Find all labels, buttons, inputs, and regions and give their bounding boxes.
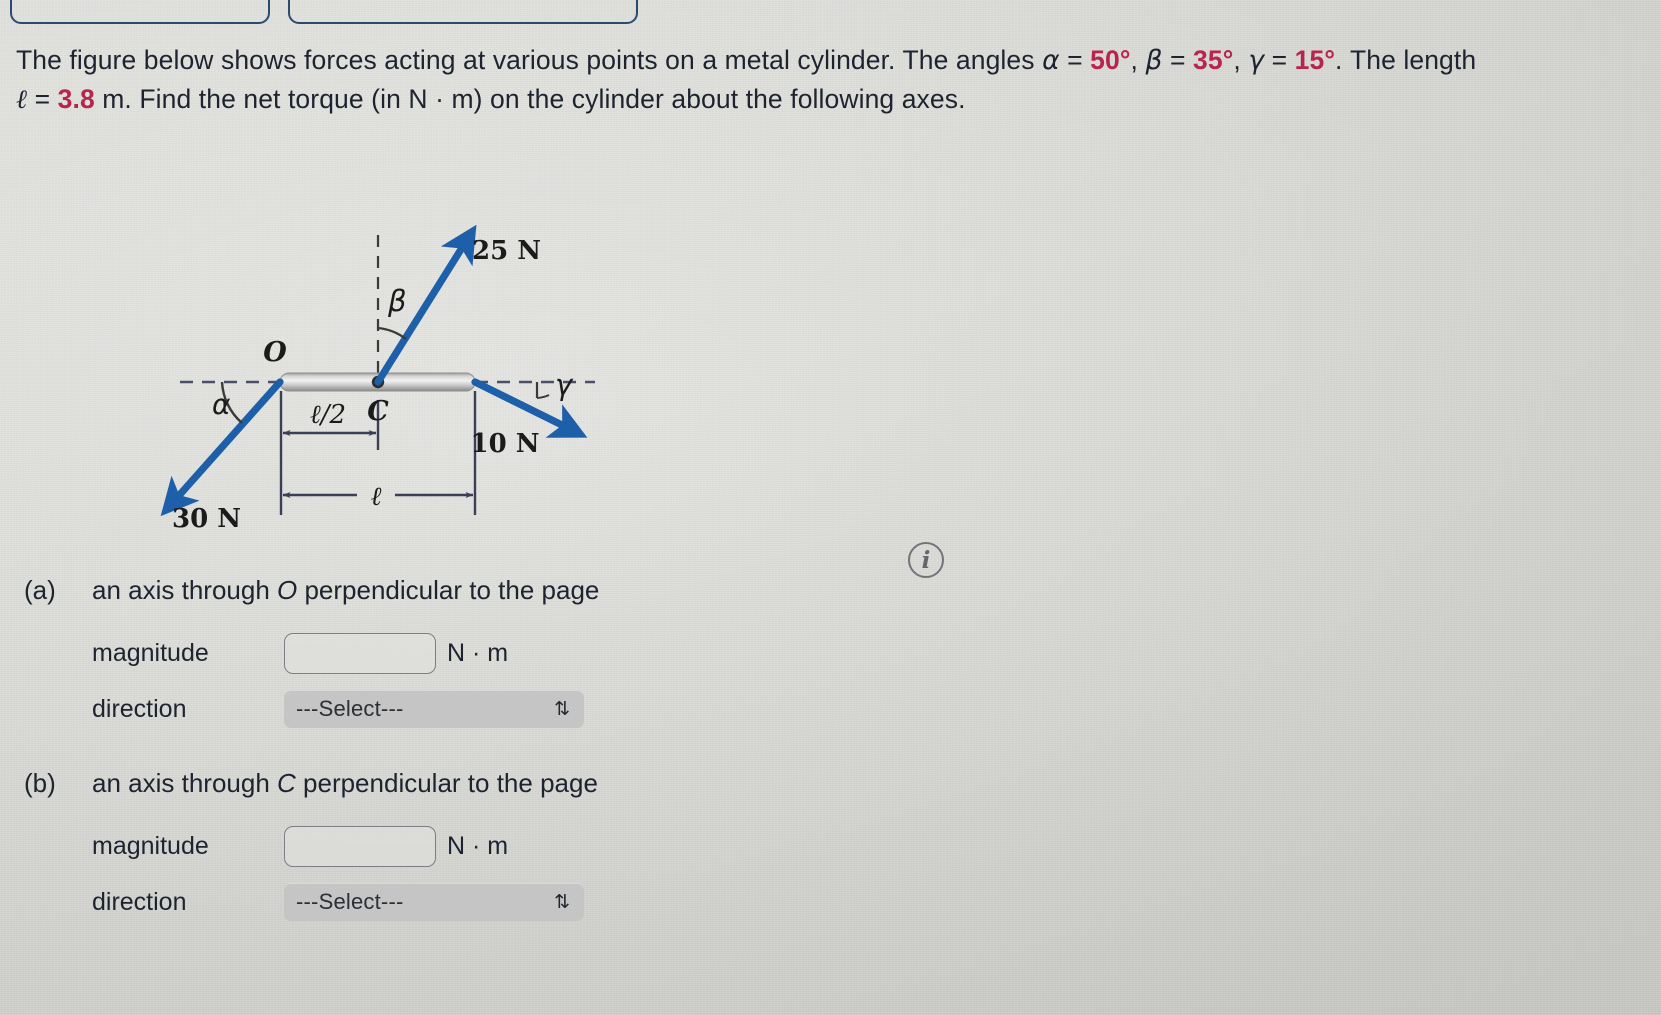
- part-b-direction-select[interactable]: ---Select--- ⇅: [284, 883, 584, 921]
- label-beta: β: [387, 284, 407, 318]
- chevron-up-down-icon: ⇅: [554, 891, 570, 913]
- gamma-equals: =: [1264, 45, 1295, 75]
- part-a-magnitude-label: magnitude: [92, 638, 209, 667]
- part-b-letter: (b): [24, 768, 56, 798]
- cropped-box-right[interactable]: [288, 0, 638, 24]
- part-a-direction-select[interactable]: ---Select--- ⇅: [284, 690, 584, 728]
- part-a-direction-row: direction ---Select--- ⇅: [92, 686, 924, 732]
- part-a-magnitude-input[interactable]: [284, 632, 436, 674]
- statement-text-part1: The figure below shows forces acting at …: [16, 45, 1043, 75]
- statement-text-part2: . The length: [1335, 45, 1484, 75]
- part-a-letter: (a): [24, 575, 56, 605]
- part-b-magnitude-input[interactable]: [284, 825, 436, 867]
- label-force-30n: 30 N: [172, 504, 241, 534]
- gamma-symbol: γ: [1248, 45, 1265, 76]
- cropped-top-boxes: [0, 0, 1661, 28]
- chevron-up-down-icon: ⇅: [554, 698, 570, 720]
- part-a-magnitude-row: magnitude N · m: [92, 630, 924, 676]
- part-b-question: an axis through C perpendicular to the p…: [92, 768, 598, 799]
- part-b-section: (b) an axis through C perpendicular to t…: [24, 768, 924, 935]
- label-dimension-full-ell: ℓ: [371, 482, 382, 512]
- part-b-direction-row: direction ---Select--- ⇅: [92, 879, 924, 925]
- part-b-text-pre: an axis through: [92, 768, 278, 798]
- part-b-magnitude-label: magnitude: [92, 831, 209, 860]
- alpha-value: 50°: [1090, 45, 1131, 75]
- part-a-axis-point: O: [277, 575, 298, 605]
- part-a-direction-value: ---Select---: [296, 696, 404, 721]
- separator-1: ,: [1130, 45, 1146, 75]
- beta-angle-arc: [377, 326, 407, 340]
- part-b-text-post: perpendicular to the page: [295, 768, 598, 798]
- part-b-heading: (b) an axis through C perpendicular to t…: [24, 768, 924, 799]
- part-b-magnitude-row: magnitude N · m: [92, 823, 924, 869]
- part-a-direction-label: direction: [92, 694, 187, 723]
- gamma-angle-arc-curve: [536, 394, 550, 399]
- part-b-direction-label: direction: [92, 887, 187, 916]
- info-icon[interactable]: i: [908, 542, 944, 578]
- beta-symbol: β: [1145, 45, 1163, 76]
- gamma-value: 15°: [1294, 45, 1336, 75]
- cropped-box-left[interactable]: [10, 0, 270, 24]
- info-icon-glyph: i: [921, 546, 931, 574]
- part-b-axis-point: C: [277, 768, 296, 798]
- beta-equals: =: [1162, 45, 1194, 75]
- part-a-text-pre: an axis through: [92, 575, 278, 605]
- part-a-heading: (a) an axis through O perpendicular to t…: [24, 575, 924, 606]
- label-point-c: C: [367, 396, 389, 427]
- alpha-equals: =: [1059, 45, 1091, 75]
- label-point-o: O: [263, 337, 287, 368]
- label-force-10n: 10 N: [471, 429, 540, 459]
- ell-equals: =: [27, 84, 58, 114]
- force-diagram-figure: O C α β γ 25 N 10 N 30 N ℓ/2 ℓ: [150, 215, 650, 555]
- part-a-magnitude-unit: N · m: [447, 638, 509, 667]
- separator-2: ,: [1233, 45, 1249, 75]
- beta-value: 35°: [1193, 45, 1234, 75]
- part-b-magnitude-unit: N · m: [447, 831, 509, 860]
- alpha-symbol: α: [1042, 45, 1060, 76]
- statement-text-part3: m. Find the net torque (in N · m) on the…: [94, 84, 966, 114]
- label-force-25n: 25 N: [472, 236, 541, 266]
- ell-value: 3.8: [57, 84, 95, 114]
- ell-symbol: ℓ: [16, 84, 28, 115]
- label-dimension-half-ell: ℓ/2: [310, 400, 346, 430]
- problem-statement: The figure below shows forces acting at …: [16, 41, 1636, 119]
- label-gamma: γ: [555, 368, 574, 402]
- part-a-text-post: perpendicular to the page: [297, 575, 600, 605]
- label-alpha: α: [212, 388, 231, 421]
- part-a-question: an axis through O perpendicular to the p…: [92, 575, 599, 606]
- part-a-section: (a) an axis through O perpendicular to t…: [24, 575, 924, 742]
- part-b-direction-value: ---Select---: [296, 889, 404, 914]
